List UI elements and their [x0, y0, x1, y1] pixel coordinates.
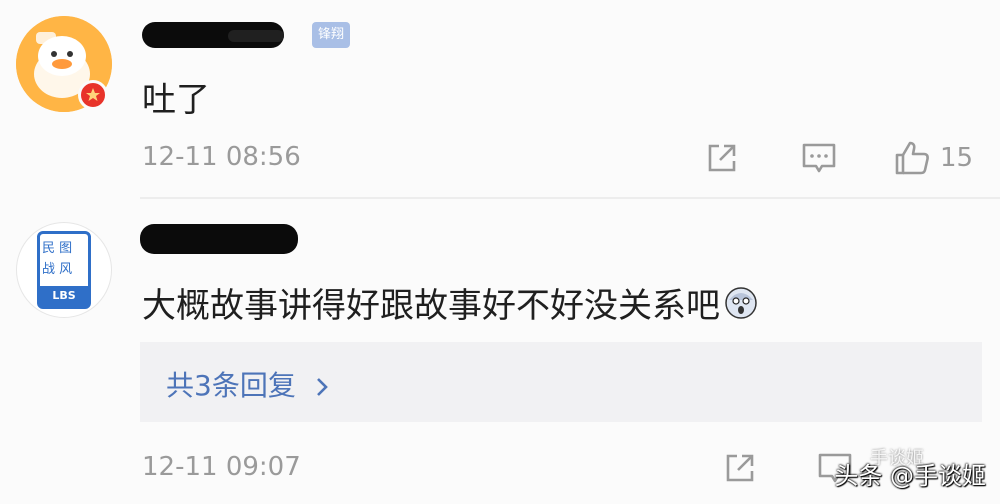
- avatar-logo-line1: 民 图: [42, 241, 73, 256]
- view-replies-link[interactable]: 共3条回复: [166, 364, 331, 404]
- avatar[interactable]: 民 图 战 风 LBS: [16, 222, 112, 318]
- comment-button[interactable]: [800, 140, 838, 176]
- share-button[interactable]: [722, 450, 758, 486]
- comment-text: 大概故事讲得好跟故事好不好没关系吧: [142, 278, 758, 329]
- comment-item: 锋翔 吐了 12-11 08:56 15: [0, 0, 1000, 200]
- user-tag-badge: 锋翔: [312, 22, 350, 48]
- comment-text-body: 大概故事讲得好跟故事好不好没关系吧: [142, 286, 720, 326]
- watermark: 头条 @手谈姬: [834, 462, 986, 490]
- username-redacted-mark: [228, 30, 284, 42]
- avatar-logo-line3: LBS: [40, 286, 88, 306]
- replies-box[interactable]: 共3条回复: [140, 342, 982, 422]
- thumbs-up-icon: [895, 141, 929, 175]
- divider: [140, 197, 1000, 199]
- comment-time: 12-11 09:07: [142, 452, 301, 482]
- like-button[interactable]: 15: [892, 138, 973, 178]
- username-redacted[interactable]: [140, 224, 298, 254]
- scared-face-emoji-icon: [724, 286, 758, 329]
- share-icon: [708, 144, 736, 172]
- chevron-right-icon: [316, 378, 328, 396]
- avatar-logo: 民 图 战 风 LBS: [37, 231, 91, 309]
- verified-badge-icon: [78, 80, 108, 110]
- replies-count-label: 共3条回复: [166, 369, 296, 402]
- comment-icon: [802, 143, 836, 173]
- avatar-logo-line2: 战 风: [42, 262, 73, 277]
- share-icon: [726, 454, 754, 482]
- comment-time: 12-11 08:56: [142, 142, 301, 172]
- like-count: 15: [940, 143, 974, 173]
- comment-text: 吐了: [142, 80, 210, 120]
- share-button[interactable]: [704, 140, 740, 176]
